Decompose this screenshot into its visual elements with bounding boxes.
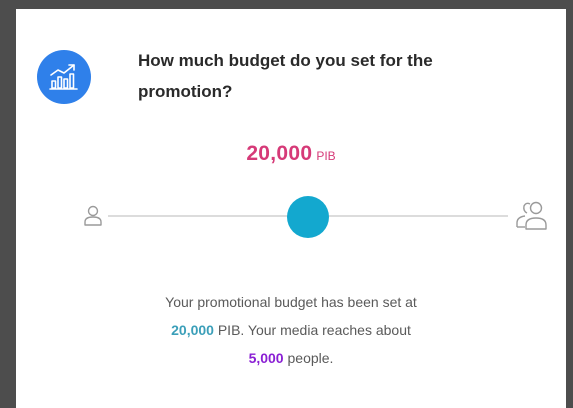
- chart-growth-icon: [37, 50, 91, 104]
- single-person-icon: [81, 203, 105, 227]
- summary-line-3: people.: [287, 350, 334, 366]
- window-frame-right: [566, 0, 573, 408]
- budget-amount-value: 20,000: [246, 142, 313, 165]
- budget-currency-label: PIB: [316, 149, 336, 163]
- summary-budget-amount: 20,000: [171, 322, 214, 338]
- window-frame-left: [0, 0, 16, 408]
- budget-question: How much budget do you set for the promo…: [138, 51, 433, 101]
- budget-card: How much budget do you set for the promo…: [16, 9, 566, 408]
- budget-amount-display: 20,000 PIB: [16, 142, 566, 166]
- budget-summary: Your promotional budget has been set at …: [16, 288, 566, 372]
- summary-line-2: PIB. Your media reaches about: [217, 322, 411, 338]
- window-frame-top: [0, 0, 573, 9]
- summary-reach-amount: 5,000: [248, 350, 284, 366]
- group-of-people-icon: [513, 198, 551, 232]
- budget-slider-thumb[interactable]: [287, 196, 329, 238]
- summary-line-1: Your promotional budget has been set at: [165, 294, 417, 310]
